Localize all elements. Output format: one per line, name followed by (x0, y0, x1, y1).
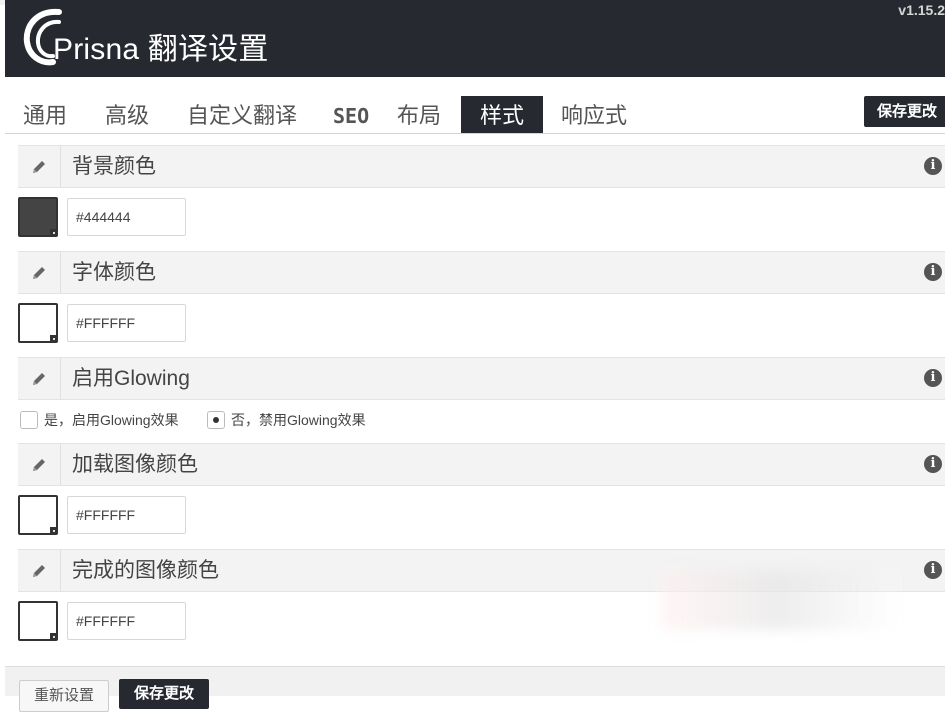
tab-general[interactable]: 通用 (23, 96, 67, 132)
page-title: Prisna 翻译设置 (53, 33, 269, 66)
background-color-swatch[interactable] (18, 197, 58, 237)
section-glowing: 启用Glowing i (18, 357, 945, 400)
section-title: 加载图像颜色 (72, 453, 198, 476)
blurred-watermark (660, 570, 900, 630)
tab-bar: 通用 高级 自定义翻译 SEO 布局 样式 响应式 (5, 92, 945, 134)
section-font-color: 字体颜色 i (18, 251, 945, 294)
section-title: 背景颜色 (72, 155, 156, 178)
completed-image-color-input[interactable] (67, 602, 186, 640)
glowing-yes-label[interactable]: 是，启用Glowing效果 (44, 410, 179, 430)
tab-custom-translation[interactable]: 自定义翻译 (186, 96, 298, 132)
pencil-icon (18, 358, 61, 399)
pencil-icon (18, 550, 61, 591)
glowing-yes-radio[interactable] (20, 411, 38, 429)
info-icon[interactable]: i (924, 455, 942, 473)
completed-image-color-swatch[interactable] (18, 601, 58, 641)
pencil-icon (18, 146, 61, 187)
tab-seo[interactable]: SEO (333, 96, 369, 132)
pencil-icon (18, 444, 61, 485)
glowing-no-label[interactable]: 否，禁用Glowing效果 (231, 410, 366, 430)
info-icon[interactable]: i (924, 561, 942, 579)
tab-advanced[interactable]: 高级 (104, 96, 150, 132)
pencil-icon (18, 252, 61, 293)
section-title: 字体颜色 (72, 261, 156, 284)
tab-layout[interactable]: 布局 (397, 96, 441, 132)
save-changes-top-button[interactable]: 保存更改 (864, 96, 945, 127)
section-title: 完成的图像颜色 (72, 559, 219, 582)
save-changes-button[interactable]: 保存更改 (119, 679, 209, 709)
tab-style[interactable]: 样式 (461, 96, 543, 133)
font-color-input[interactable] (67, 304, 186, 342)
loading-image-color-swatch[interactable] (18, 495, 58, 535)
info-icon[interactable]: i (924, 263, 942, 281)
info-icon[interactable]: i (924, 157, 942, 175)
background-color-input[interactable] (67, 198, 186, 236)
font-color-swatch[interactable] (18, 303, 58, 343)
section-background-color: 背景颜色 i (18, 145, 945, 188)
info-icon[interactable]: i (924, 369, 942, 387)
section-loading-image-color: 加载图像颜色 i (18, 443, 945, 486)
reset-button[interactable]: 重新设置 (19, 680, 109, 712)
glowing-no-radio[interactable] (207, 411, 225, 429)
version-label: v1.15.2 (898, 2, 945, 18)
section-title: 启用Glowing (72, 367, 190, 390)
header-bar: Prisna 翻译设置 v1.15.2 (5, 0, 945, 77)
loading-image-color-input[interactable] (67, 496, 186, 534)
tab-responsive[interactable]: 响应式 (560, 96, 628, 132)
footer-bar: 重新设置 保存更改 (5, 666, 945, 712)
